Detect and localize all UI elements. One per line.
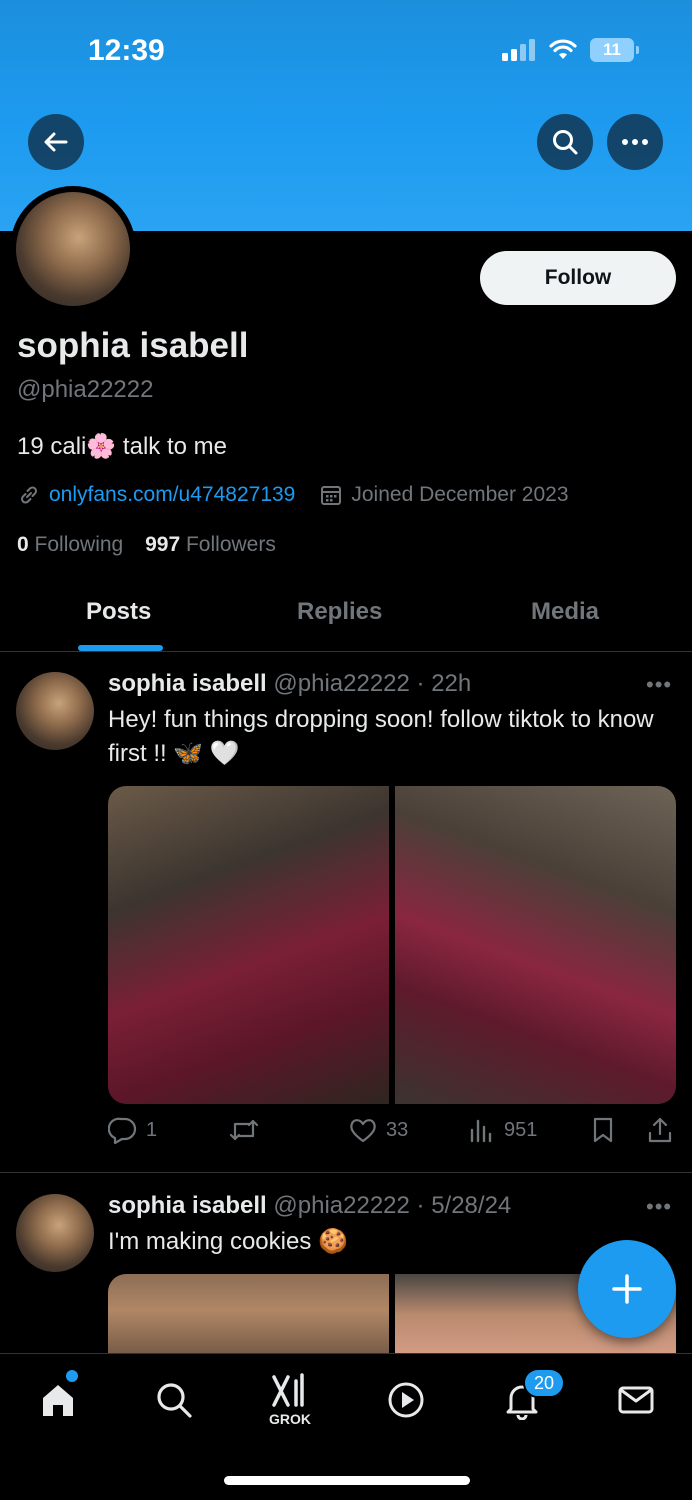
nav-grok[interactable]: GROK xyxy=(266,1368,314,1432)
home-icon xyxy=(43,1385,73,1416)
profile-avatar[interactable] xyxy=(10,186,136,312)
link-icon xyxy=(20,486,38,504)
like-count: 33 xyxy=(386,1118,409,1141)
notifications-badge: 20 xyxy=(523,1368,565,1398)
nav-messages[interactable] xyxy=(612,1376,660,1424)
like-icon xyxy=(350,1119,376,1143)
bookmark-button[interactable] xyxy=(590,1116,616,1144)
mail-icon xyxy=(618,1386,654,1414)
reply-icon xyxy=(108,1117,137,1144)
profile-handle: @phia22222 xyxy=(17,376,154,403)
post-more-button[interactable]: ••• xyxy=(646,1194,672,1220)
tab-posts[interactable]: Posts xyxy=(86,598,151,626)
status-time: 12:39 xyxy=(88,34,165,67)
nav-video[interactable] xyxy=(382,1376,430,1424)
back-arrow-icon xyxy=(44,132,68,152)
battery-level: 11 xyxy=(603,40,621,59)
grok-label: GROK xyxy=(269,1411,311,1427)
more-options-button[interactable] xyxy=(607,114,663,170)
post-avatar[interactable] xyxy=(16,1194,94,1272)
post-image[interactable] xyxy=(108,1274,389,1364)
like-button[interactable]: 33 xyxy=(348,1116,408,1144)
battery-indicator: 11 xyxy=(590,38,639,62)
views-count: 951 xyxy=(504,1118,538,1141)
share-button[interactable] xyxy=(646,1116,674,1144)
profile-joined: Joined December 2023 xyxy=(351,483,569,506)
post-handle-time: @phia22222 · 22h xyxy=(273,670,472,697)
followers-link[interactable]: 997 Followers xyxy=(145,533,276,556)
following-link[interactable]: 0 Following xyxy=(17,533,123,556)
calendar-icon xyxy=(321,486,342,505)
followers-count: 997 xyxy=(145,533,181,556)
post-media[interactable] xyxy=(108,786,676,1104)
post-author-name: sophia isabell xyxy=(108,670,267,697)
repost-button[interactable] xyxy=(228,1116,260,1144)
tab-replies[interactable]: Replies xyxy=(297,598,382,626)
status-indicators: 11 xyxy=(502,38,639,62)
nav-explore[interactable] xyxy=(150,1376,198,1424)
post-avatar[interactable] xyxy=(16,672,94,750)
profile-tabs: Posts Replies Media xyxy=(0,584,692,652)
profile-bio: 19 cali🌸 talk to me xyxy=(17,433,227,460)
share-icon xyxy=(648,1117,672,1143)
views-button[interactable]: 951 xyxy=(468,1116,537,1144)
reply-count: 1 xyxy=(146,1118,158,1141)
followers-label: Followers xyxy=(185,533,276,556)
compose-button[interactable] xyxy=(578,1240,676,1338)
post-actions: 1 33 951 xyxy=(108,1116,676,1152)
post-handle-time: @phia22222 · 5/28/24 xyxy=(273,1192,512,1219)
post-divider xyxy=(0,1172,692,1173)
home-unread-dot xyxy=(66,1370,78,1382)
post-more-button[interactable]: ••• xyxy=(646,672,672,698)
back-button[interactable] xyxy=(28,114,84,170)
active-tab-indicator xyxy=(78,645,163,651)
video-icon xyxy=(388,1382,424,1418)
tab-media[interactable]: Media xyxy=(531,598,599,626)
profile-display-name: sophia isabell xyxy=(17,326,249,365)
explore-icon xyxy=(157,1383,192,1418)
search-button[interactable] xyxy=(537,114,593,170)
post-image[interactable] xyxy=(395,786,676,1104)
nav-home[interactable] xyxy=(34,1376,82,1424)
post-image[interactable] xyxy=(108,786,389,1104)
post-author-name: sophia isabell xyxy=(108,1192,267,1219)
home-indicator xyxy=(224,1476,470,1485)
profile-link[interactable]: onlyfans.com/u474827139 xyxy=(49,483,295,507)
cellular-signal-icon xyxy=(502,39,535,61)
following-count: 0 xyxy=(17,533,29,556)
grok-icon xyxy=(272,1373,304,1407)
post-header: sophia isabell @phia22222 · 5/28/24 xyxy=(108,1192,511,1220)
bookmark-icon xyxy=(593,1117,613,1143)
profile-meta: onlyfans.com/u474827139 Joined December … xyxy=(17,483,569,507)
more-icon xyxy=(622,139,648,145)
search-icon xyxy=(553,130,578,155)
repost-icon xyxy=(229,1119,259,1141)
follow-button[interactable]: Follow xyxy=(480,251,676,305)
following-label: Following xyxy=(34,533,124,556)
reply-button[interactable]: 1 xyxy=(108,1116,157,1144)
post-text: Hey! fun things dropping soon! follow ti… xyxy=(108,706,654,767)
wifi-icon xyxy=(549,39,577,59)
views-icon xyxy=(470,1119,492,1143)
compose-plus-icon xyxy=(612,1274,642,1304)
profile-counts: 0 Following 997 Followers xyxy=(17,533,276,557)
post-header: sophia isabell @phia22222 · 22h xyxy=(108,670,471,698)
